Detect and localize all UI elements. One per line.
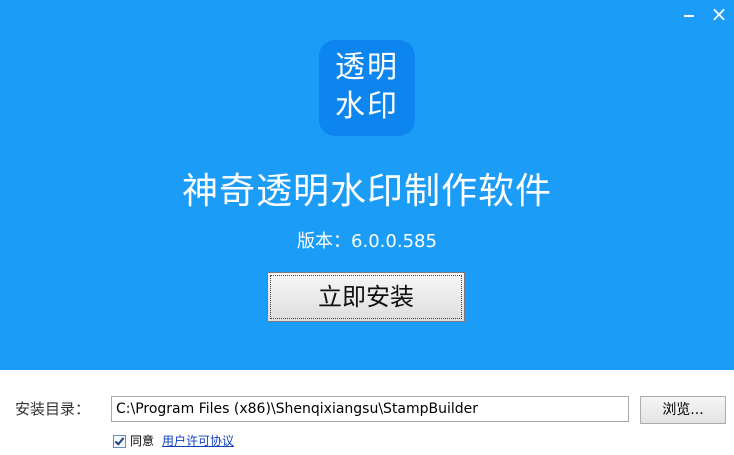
install-dir-input[interactable] xyxy=(111,396,629,422)
minimize-icon[interactable] xyxy=(676,2,702,24)
license-agreement-link[interactable]: 用户许可协议 xyxy=(162,434,234,448)
agree-checkbox[interactable] xyxy=(113,435,126,448)
install-dir-label: 安装目录： xyxy=(15,400,91,418)
logo-text-line1: 透明 xyxy=(335,50,399,85)
logo-text-line2: 水印 xyxy=(335,89,399,124)
hero-banner: × 透明 水印 神奇透明水印制作软件 版本：6.0.0.585 立即安装 xyxy=(0,0,734,370)
browse-button[interactable]: 浏览... xyxy=(640,396,726,424)
app-title: 神奇透明水印制作软件 xyxy=(181,171,552,212)
agree-label: 同意 xyxy=(130,434,155,448)
install-now-button[interactable]: 立即安装 xyxy=(267,272,465,322)
checkmark-icon xyxy=(114,435,125,446)
agreement-row: 同意 用户许可协议 xyxy=(113,433,234,449)
close-icon[interactable]: × xyxy=(706,2,732,26)
app-logo: 透明 水印 xyxy=(319,40,415,136)
version-label: 版本：6.0.0.585 xyxy=(297,231,437,252)
